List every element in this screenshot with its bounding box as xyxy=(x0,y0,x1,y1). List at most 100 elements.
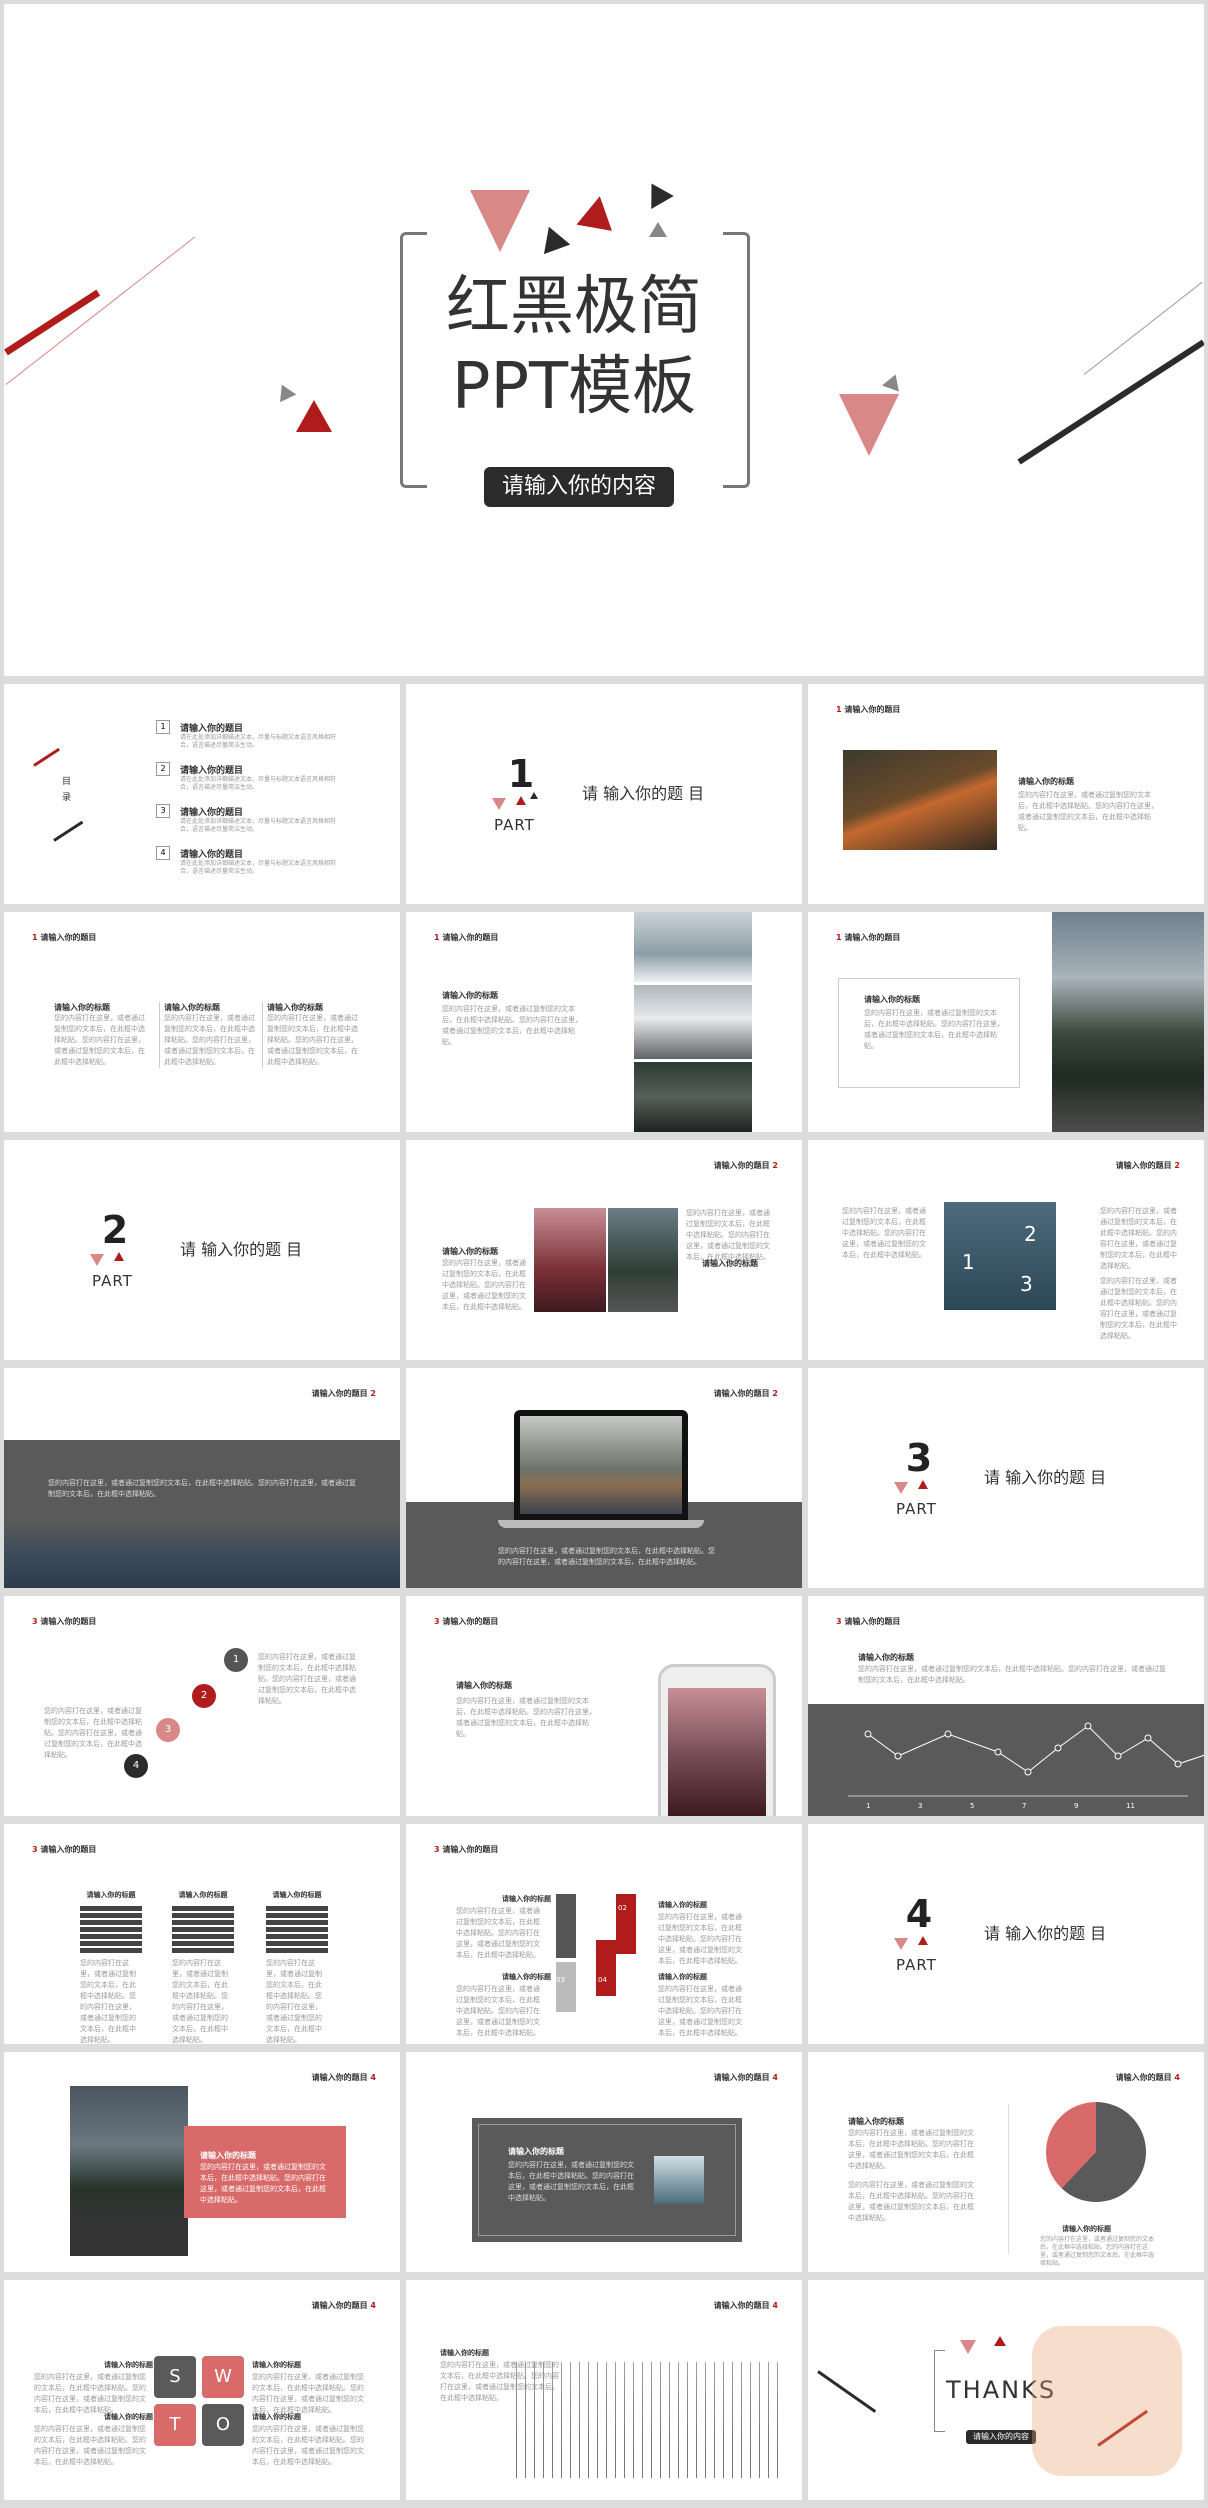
column: 请输入你的标题 您的内容打在这里，或者通过复制您的文本后，在此框中选择粘贴。您的… xyxy=(262,1002,362,1068)
swot-o: O xyxy=(202,2404,244,2446)
section-header: 请输入你的题目 2 xyxy=(713,1161,778,1170)
three-column-slide: 1 请输入你的题目 请输入你的标题 您的内容打在这里，或者通过复制您的文本后，在… xyxy=(4,912,400,1132)
logo-watermark-icon xyxy=(1032,2326,1182,2476)
step-circle: 3 xyxy=(156,1718,180,1742)
triangle-pink-icon xyxy=(470,190,530,252)
subtitle: 请输入你的标题 xyxy=(200,2151,256,2160)
subtitle: 请输入你的标题 xyxy=(848,2117,904,2126)
body-text: 您的内容打在这里，或者通过复制您的文本后，在此框中选择粘贴。您的内容打在这里，或… xyxy=(658,1913,742,1965)
phone-slide: 3 请输入你的题目 请输入你的标题 您的内容打在这里，或者通过复制您的文本后，在… xyxy=(406,1596,802,1816)
column: 请输入你的标题 您的内容打在这里，或者通过复制您的文本后，在此框中选择粘贴。您的… xyxy=(159,1002,259,1068)
part-title: 请 输入你的题 目 xyxy=(984,1468,1107,1487)
toc-desc: 请在此处添加详细描述文本，尽量与标题文本语言风格相符合，语言描述尽量简洁生动。 xyxy=(180,818,337,833)
triangle-red-icon xyxy=(994,2336,1006,2346)
fox-photo xyxy=(843,750,997,850)
arrow-gray xyxy=(556,1894,576,1958)
body-text: 您的内容打在这里，或者通过复制您的文本后，在此框中选择粘贴。您的内容打在这里，或… xyxy=(456,1985,540,2037)
subtitle: 请输入你的标题 xyxy=(442,991,498,1000)
toc-label: 目录 xyxy=(62,777,72,803)
x-tick: 3 xyxy=(918,1802,923,1810)
section-header: 1 请输入你的题目 xyxy=(836,933,901,942)
triangle-red-icon xyxy=(516,796,526,805)
triangle-gray-small-icon xyxy=(273,380,297,403)
body-text: 您的内容打在这里，或者通过复制您的文本后，在此框中选择粘贴。您的内容打在这里，或… xyxy=(252,2373,364,2414)
subtitle: 请输入你的标题 xyxy=(502,1895,551,1903)
part-title: 请 输入你的题 目 xyxy=(984,1924,1107,1943)
laptop-base xyxy=(498,1520,704,1528)
bar-stack xyxy=(266,1906,328,1954)
toc-desc: 请在此处添加详细描述文本，尽量与标题文本语言风格相符合，语言描述尽量简洁生动。 xyxy=(180,860,337,875)
body-text: 您的内容打在这里，或者通过复制您的文本后，在此框中选择粘贴。您的内容打在这里，或… xyxy=(456,1907,540,1959)
subtitle: 请输入你的标题 xyxy=(508,2147,564,2156)
toc-item[interactable]: 4 请输入你的题目 请在此处添加详细描述文本，尽量与标题文本语言风格相符合，语言… xyxy=(156,846,346,888)
triangle-dark-icon xyxy=(530,792,538,799)
body-text: 您的内容打在这里，或者通过复制您的文本后，在此框中选择粘贴。您的内容打在这里，或… xyxy=(258,1653,356,1705)
toc-title: 请输入你的题目 xyxy=(180,850,244,860)
line-chart xyxy=(848,1722,1204,1797)
line-chart-slide: 3 请输入你的题目 请输入你的标题 您的内容打在这里，或者通过复制您的文本后，在… xyxy=(808,1596,1204,1816)
subtitle: 请输入你的标题 xyxy=(252,2413,301,2421)
section-header: 请输入你的题目 2 xyxy=(311,1389,376,1398)
part-label: PART xyxy=(494,816,535,834)
body-text: 您的内容打在这里，或者通过复制您的文本后，在此框中选择粘贴。您的内容打在这里，或… xyxy=(1100,1277,1177,1340)
pie-chart xyxy=(1046,2102,1146,2202)
arrow-label: 01 xyxy=(588,1912,597,1920)
right-bracket xyxy=(723,232,750,488)
triangle-pink-right-icon xyxy=(839,394,899,456)
toc-num: 3 xyxy=(156,804,170,818)
whale-photo xyxy=(654,2156,704,2204)
subtitle: 请输入你的标题 xyxy=(858,1653,914,1662)
toc-title: 请输入你的题目 xyxy=(180,808,244,818)
triangle-black-icon xyxy=(535,221,571,255)
body-text: 您的内容打在这里，或者通过复制您的文本后，在此框中选择粘贴。您的内容打在这里，或… xyxy=(456,1697,596,1738)
column: 请输入你的标题 您的内容打在这里，或者通过复制您的文本后，在此框中选择粘贴。您的… xyxy=(54,1002,149,1068)
overlay-slide: 请输入你的题目 4 请输入你的标题 您的内容打在这里，或者通过复制您的文本后，在… xyxy=(4,2052,400,2272)
triangle-red-small-icon xyxy=(296,400,332,432)
body-text: 您的内容打在这里，或者通过复制您的文本后，在此框中选择粘贴。您的内容打在这里，或… xyxy=(864,1009,1004,1050)
toc-item[interactable]: 1 请输入你的题目 请在此处添加详细描述文本，尽量与标题文本语言风格相符合，语言… xyxy=(156,720,346,762)
part-title: 请 输入你的题 目 xyxy=(180,1240,303,1259)
subtitle: 请输入你的标题 xyxy=(252,2361,301,2369)
bar-stack xyxy=(172,1906,234,1954)
section-header: 3 请输入你的题目 xyxy=(434,1845,499,1854)
arrow-light xyxy=(556,1962,576,2012)
arrow-label: 02 xyxy=(618,1904,627,1912)
cover-title-2: PPT模板 xyxy=(451,350,697,424)
step-circle: 2 xyxy=(192,1684,216,1708)
section-header: 请输入你的题目 2 xyxy=(713,1389,778,1398)
triangle-pink-icon xyxy=(492,798,506,810)
arrow-label: 03 xyxy=(556,1976,565,1984)
x-tick: 7 xyxy=(1022,1802,1027,1810)
toc-list: 1 请输入你的题目 请在此处添加详细描述文本，尽量与标题文本语言风格相符合，语言… xyxy=(156,720,346,888)
arrow-red-up xyxy=(616,1894,636,1954)
section-header: 1 请输入你的题目 xyxy=(32,933,97,942)
subtitle: 请输入你的标题 xyxy=(456,1681,512,1690)
body-text: 您的内容打在这里，或者通过复制您的文本后，在此框中选择粘贴。您的内容打在这里，或… xyxy=(686,1209,770,1261)
timeline-slide: 3 请输入你的题目 1 2 3 4 您的内容打在这里，或者通过复制您的文本后，在… xyxy=(4,1596,400,1816)
left-bracket xyxy=(400,232,427,488)
bar-chart-slide: 请输入你的题目 4 请输入你的标题 您的内容打在这里，或者通过复制您的文本后，在… xyxy=(406,2280,802,2500)
swot-t: T xyxy=(154,2404,196,2446)
subtitle: 请输入你的标题 xyxy=(272,1891,322,1899)
body-text: 您的内容打在这里，或者通过复制您的文本后，在此框中选择粘贴。您的内容打在这里，或… xyxy=(1018,791,1158,832)
part4-slide: 4 PART 请 输入你的题 目 xyxy=(808,1824,1204,2044)
toc-slide: 目录 1 请输入你的题目 请在此处添加详细描述文本，尽量与标题文本语言风格相符合… xyxy=(4,684,400,904)
cover-title-1: 红黑极简 xyxy=(446,270,702,344)
toc-title: 请输入你的题目 xyxy=(180,766,244,776)
body-text: 您的内容打在这里，或者通过复制您的文本后，在此框中选择粘贴。您的内容打在这里，或… xyxy=(498,1547,715,1566)
x-tick: 9 xyxy=(1074,1802,1079,1810)
part-number: 2 xyxy=(101,1208,129,1252)
toc-num: 1 xyxy=(156,720,170,734)
part1-slide: 1 PART 请 输入你的题 目 xyxy=(406,684,802,904)
toc-num: 4 xyxy=(156,846,170,860)
subtitle: 请输入你的标题 xyxy=(864,995,920,1004)
triangle-pink-icon xyxy=(960,2340,976,2354)
toc-item[interactable]: 2 请输入你的题目 请在此处添加详细描述文本，尽量与标题文本语言风格相符合，语言… xyxy=(156,762,346,804)
bar-chart xyxy=(516,2362,780,2478)
cycle-num-2: 2 xyxy=(1024,1222,1037,1246)
swot-s: S xyxy=(154,2356,196,2398)
section-header: 1 请输入你的题目 xyxy=(434,933,499,942)
body-text: 您的内容打在这里，或者通过复制您的文本后，在此框中选择粘贴。您的内容打在这里，或… xyxy=(848,2181,974,2222)
toc-item[interactable]: 3 请输入你的题目 请在此处添加详细描述文本，尽量与标题文本语言风格相符合，语言… xyxy=(156,804,346,846)
road-photo xyxy=(1052,912,1204,1132)
